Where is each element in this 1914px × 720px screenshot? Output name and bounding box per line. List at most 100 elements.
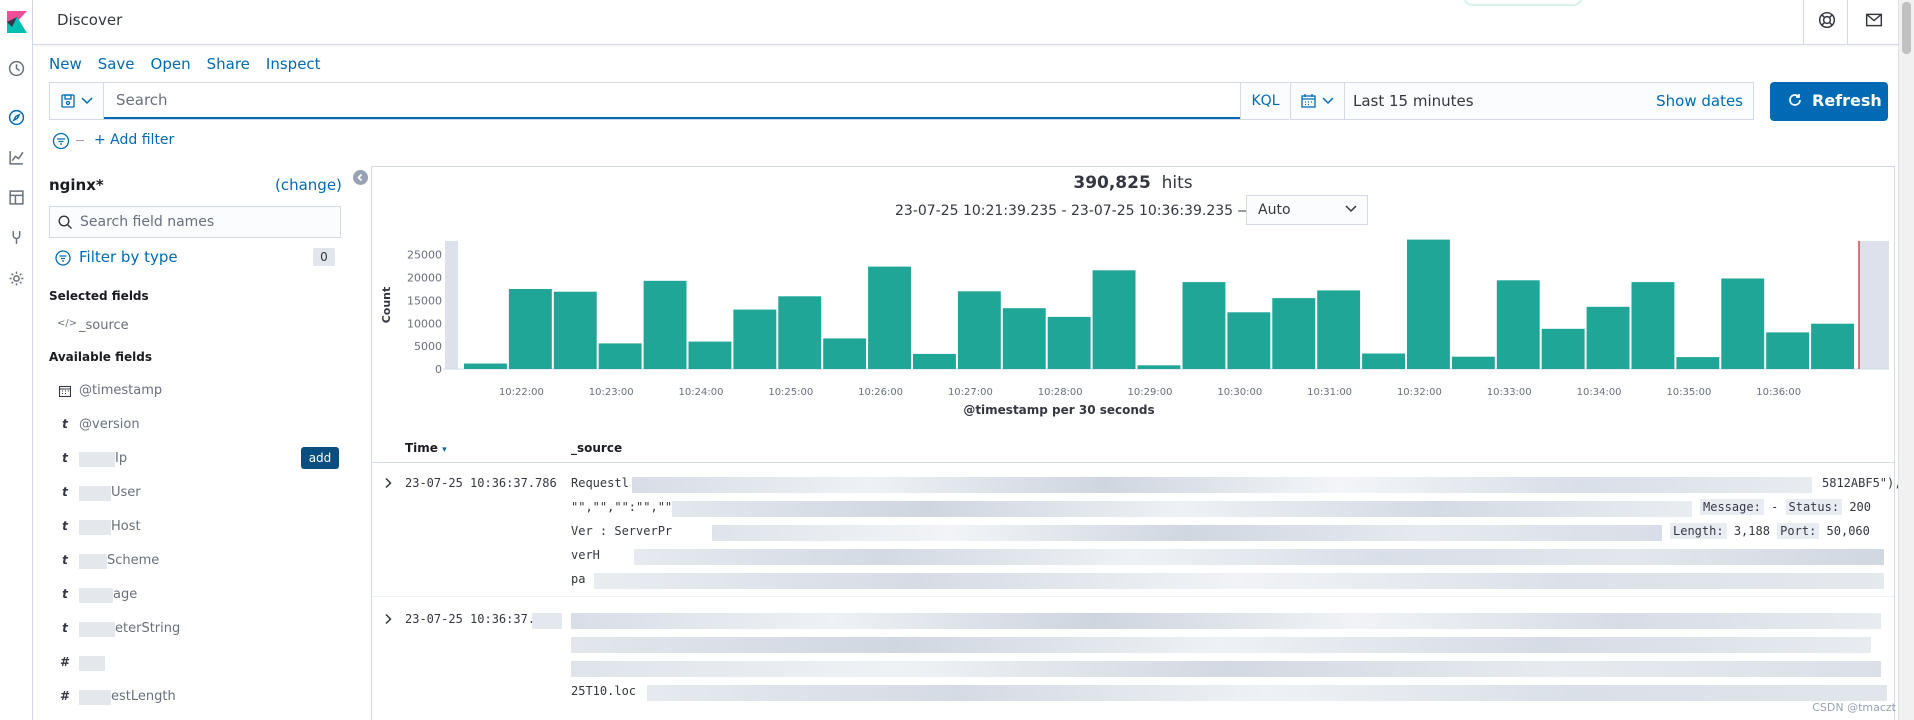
histogram-bar[interactable] bbox=[1272, 298, 1316, 369]
histogram-bar[interactable] bbox=[957, 291, 1001, 369]
histogram-bar[interactable] bbox=[1182, 282, 1226, 369]
histogram-bar[interactable] bbox=[913, 353, 956, 369]
filter-divider bbox=[76, 140, 84, 141]
management-gear-icon[interactable] bbox=[8, 270, 25, 287]
histogram-bar[interactable] bbox=[643, 280, 687, 369]
histogram-bar[interactable] bbox=[1362, 353, 1405, 370]
field-item[interactable]: t Host bbox=[49, 517, 349, 539]
recent-icon[interactable] bbox=[8, 60, 25, 77]
time-column-header[interactable]: Time ▾ bbox=[405, 441, 447, 455]
field-search-input[interactable] bbox=[80, 207, 335, 237]
histogram-bar[interactable] bbox=[1002, 308, 1046, 369]
scrollbar-thumb[interactable] bbox=[1902, 2, 1911, 54]
histogram-bar[interactable] bbox=[1047, 316, 1091, 369]
add-filter-link[interactable]: + Add filter bbox=[94, 132, 174, 148]
histogram-bar[interactable] bbox=[733, 309, 777, 369]
redacted-text bbox=[79, 588, 113, 603]
filter-by-type-label: Filter by type bbox=[79, 248, 178, 266]
x-tick-label: 10:25:00 bbox=[768, 387, 813, 398]
field-item[interactable]: </> _source bbox=[49, 316, 349, 338]
dev-tools-icon[interactable] bbox=[8, 229, 25, 246]
field-item[interactable]: t @version bbox=[49, 415, 349, 437]
histogram-bar[interactable] bbox=[1721, 278, 1765, 370]
x-tick-label: 10:30:00 bbox=[1217, 387, 1262, 398]
dashboard-icon[interactable] bbox=[8, 189, 25, 206]
histogram-bar[interactable] bbox=[1317, 290, 1361, 369]
histogram-bar[interactable] bbox=[1541, 328, 1585, 369]
interval-value: Auto bbox=[1258, 202, 1291, 218]
expand-row-icon[interactable] bbox=[380, 475, 396, 491]
histogram-bar[interactable] bbox=[1092, 270, 1136, 369]
field-item[interactable]: # bbox=[49, 653, 349, 675]
partial-bucket-shade bbox=[445, 241, 458, 369]
redacted-block bbox=[571, 637, 1871, 653]
source-line: Requestl bbox=[571, 476, 629, 490]
interval-select[interactable]: Auto bbox=[1246, 195, 1368, 225]
histogram-bar[interactable] bbox=[1137, 365, 1181, 369]
source-line-tail: 5812ABF5"), bbox=[1822, 476, 1902, 490]
kql-toggle[interactable]: KQL bbox=[1240, 83, 1290, 119]
field-item[interactable]: @timestamp bbox=[49, 381, 349, 403]
field-item[interactable]: t User bbox=[49, 483, 349, 505]
histogram-bar[interactable] bbox=[1407, 239, 1450, 369]
histogram-bar[interactable] bbox=[1227, 312, 1271, 369]
field-name: eterString bbox=[115, 621, 181, 636]
redacted-block bbox=[532, 613, 562, 629]
hits-summary: 390,825 hits bbox=[372, 173, 1894, 193]
saved-query-icon bbox=[61, 94, 75, 108]
help-icon[interactable] bbox=[1818, 11, 1836, 29]
top-nav-menu: New Save Open Share Inspect bbox=[49, 55, 337, 73]
visualize-icon[interactable] bbox=[8, 149, 25, 166]
field-name: @version bbox=[79, 417, 140, 432]
collapse-sidebar-button[interactable] bbox=[353, 170, 368, 185]
sort-desc-icon[interactable]: ▾ bbox=[442, 445, 447, 455]
histogram-bar[interactable] bbox=[823, 338, 867, 369]
histogram-bar[interactable] bbox=[1496, 280, 1540, 369]
filter-options-icon[interactable] bbox=[52, 132, 70, 150]
histogram-chart[interactable]: 0 5000 10000 15000 20000 25000 Count 10:22:00 10… bbox=[372, 229, 1896, 439]
histogram-bar[interactable] bbox=[508, 289, 552, 369]
time-range-label[interactable]: Last 15 minutes bbox=[1353, 83, 1474, 119]
field-item[interactable]: t eterString bbox=[49, 619, 349, 641]
quick-menu-button[interactable] bbox=[1291, 83, 1345, 119]
kibana-logo-icon[interactable] bbox=[7, 11, 27, 33]
histogram-bar[interactable] bbox=[1766, 332, 1810, 369]
histogram-bar[interactable] bbox=[868, 266, 911, 369]
histogram-bar[interactable] bbox=[1676, 357, 1720, 369]
histogram-bar[interactable] bbox=[1631, 282, 1675, 369]
refresh-button[interactable]: Refresh bbox=[1770, 82, 1888, 121]
field-item[interactable]: # estLength bbox=[49, 687, 349, 709]
chevron-left-icon bbox=[357, 173, 363, 182]
discover-icon[interactable] bbox=[8, 109, 25, 126]
x-tick-label: 10:28:00 bbox=[1038, 387, 1083, 398]
token-value: 50,060 bbox=[1826, 524, 1870, 538]
field-item[interactable]: t Ip add bbox=[49, 447, 349, 471]
field-search bbox=[49, 206, 341, 238]
menu-new[interactable]: New bbox=[49, 55, 82, 73]
chevron-down-icon bbox=[81, 97, 93, 105]
change-index-link[interactable]: (change) bbox=[275, 176, 342, 194]
histogram-bar[interactable] bbox=[1811, 323, 1854, 369]
field-item[interactable]: t age bbox=[49, 585, 349, 607]
histogram-bar[interactable] bbox=[464, 363, 507, 370]
histogram-bar[interactable] bbox=[1451, 356, 1495, 369]
search-input[interactable] bbox=[104, 83, 1240, 117]
histogram-bar[interactable] bbox=[1586, 306, 1630, 369]
page-scrollbar[interactable] bbox=[1898, 0, 1914, 720]
redacted-text bbox=[79, 452, 115, 467]
histogram-bar[interactable] bbox=[553, 291, 597, 369]
menu-inspect[interactable]: Inspect bbox=[266, 55, 321, 73]
field-item[interactable]: t Scheme bbox=[49, 551, 349, 573]
expand-row-icon[interactable] bbox=[380, 611, 396, 627]
histogram-bar[interactable] bbox=[598, 343, 642, 369]
saved-query-button[interactable] bbox=[50, 83, 104, 119]
mail-icon[interactable] bbox=[1865, 11, 1883, 29]
filter-by-type-button[interactable]: Filter by type bbox=[55, 248, 178, 266]
add-field-button[interactable]: add bbox=[301, 447, 339, 469]
histogram-bar[interactable] bbox=[778, 296, 822, 369]
menu-open[interactable]: Open bbox=[151, 55, 191, 73]
menu-share[interactable]: Share bbox=[207, 55, 250, 73]
show-dates-link[interactable]: Show dates bbox=[1656, 83, 1743, 119]
histogram-bar[interactable] bbox=[688, 341, 732, 369]
menu-save[interactable]: Save bbox=[98, 55, 135, 73]
